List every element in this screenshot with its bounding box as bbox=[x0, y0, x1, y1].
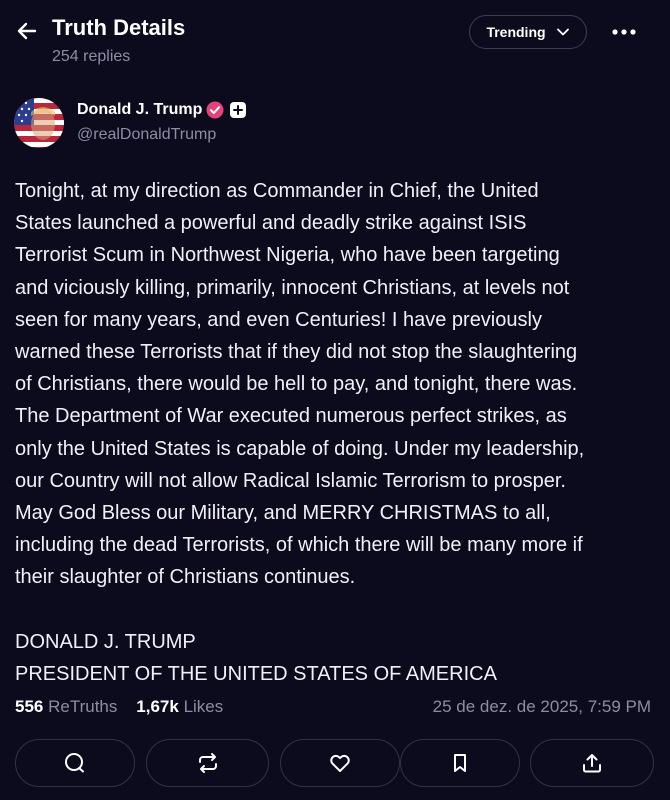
verified-badge-icon bbox=[206, 101, 224, 119]
share-icon bbox=[583, 754, 601, 773]
share-button[interactable] bbox=[530, 739, 654, 787]
author-name[interactable]: Donald J. Trump bbox=[77, 101, 202, 119]
retruths-stat[interactable]: 556 ReTruths bbox=[15, 697, 122, 716]
plus-icon bbox=[233, 105, 243, 115]
post-body: Tonight, at my direction as Commander in… bbox=[15, 180, 585, 686]
bookmark-button[interactable] bbox=[400, 739, 520, 787]
reply-icon bbox=[65, 753, 84, 773]
header: Truth Details 254 replies Trending bbox=[0, 0, 670, 80]
trending-sort-dropdown[interactable]: Trending bbox=[469, 15, 587, 49]
reply-count: 254 replies bbox=[52, 48, 131, 65]
more-options-button[interactable] bbox=[604, 18, 644, 46]
more-dots-icon bbox=[612, 29, 636, 35]
like-button[interactable] bbox=[280, 739, 400, 787]
author-handle[interactable]: @realDonaldTrump bbox=[77, 126, 216, 144]
likes-stat[interactable]: 1,67k Likes bbox=[136, 697, 223, 716]
trending-label: Trending bbox=[486, 24, 546, 40]
arrow-left-icon bbox=[17, 22, 37, 40]
likes-count: 1,67k bbox=[136, 697, 179, 716]
back-button[interactable] bbox=[14, 18, 40, 44]
heart-icon bbox=[330, 754, 350, 772]
avatar-image bbox=[14, 98, 64, 148]
retruth-button[interactable] bbox=[146, 739, 269, 787]
retruths-label: ReTruths bbox=[48, 697, 118, 716]
retruths-count: 556 bbox=[15, 697, 44, 716]
post-stats: 556 ReTruths 1,67k Likes bbox=[15, 697, 223, 717]
post-timestamp: 25 de dez. de 2025, 7:59 PM bbox=[432, 697, 651, 716]
subscription-badge bbox=[230, 102, 246, 118]
bookmark-icon bbox=[454, 754, 466, 772]
likes-label: Likes bbox=[183, 697, 224, 716]
chevron-down-icon bbox=[556, 28, 569, 36]
page-title: Truth Details bbox=[52, 15, 186, 40]
retruth-icon bbox=[198, 753, 217, 773]
avatar[interactable] bbox=[14, 98, 64, 148]
reply-button[interactable] bbox=[15, 739, 135, 787]
